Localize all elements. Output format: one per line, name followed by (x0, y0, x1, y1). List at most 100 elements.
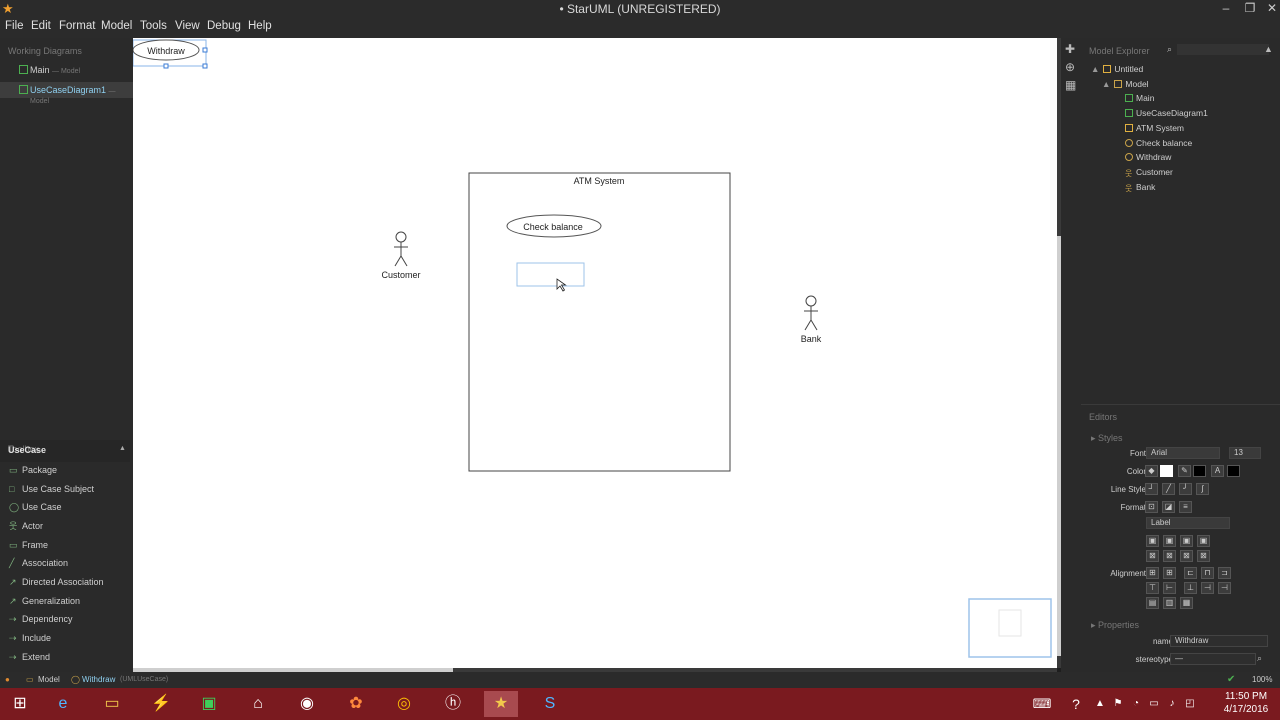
align-bottom-icon[interactable]: ⊥ (1184, 582, 1197, 594)
hp-icon[interactable]: ⓗ (436, 691, 470, 717)
line-rectilinear-icon[interactable]: ┘ (1145, 483, 1158, 495)
diagram-canvas[interactable]: Withdraw ATM System Check balance Custom… (133, 38, 1057, 668)
resize-handle[interactable] (163, 63, 169, 69)
line-oblique-icon[interactable]: ╱ (1162, 483, 1175, 495)
tool-generalization[interactable]: ↗ Generalization (0, 593, 130, 611)
tool-actor[interactable]: 웃 Actor (0, 518, 130, 536)
tool-extend[interactable]: ⇢ Extend (0, 649, 130, 667)
styles-section[interactable]: ▸ Styles (1091, 433, 1123, 444)
shadow-icon[interactable]: ◪ (1162, 501, 1175, 513)
line-color-icon[interactable]: ✎ (1178, 465, 1191, 477)
menu-format[interactable]: Format (59, 20, 95, 32)
line-curve-icon[interactable]: ∫ (1196, 483, 1209, 495)
windows-start-icon[interactable]: ⊞ (3, 691, 37, 717)
tree-main[interactable]: Main (1125, 93, 1154, 103)
battery-icon[interactable]: ▭ (1146, 691, 1162, 717)
tool-frame[interactable]: ▭ Frame (0, 537, 130, 555)
format-option-icon[interactable]: ⊠ (1146, 550, 1159, 562)
status-model[interactable]: Model (38, 675, 60, 684)
size-icon[interactable]: ▦ (1180, 597, 1193, 609)
line-rounded-icon[interactable]: ╯ (1179, 483, 1192, 495)
taskbar-clock[interactable]: 11:50 PM 4/17/2016 (1212, 690, 1280, 716)
help-icon[interactable]: ? (1062, 691, 1090, 717)
action-center-icon[interactable]: ⚑ (1110, 691, 1126, 717)
menu-view[interactable]: View (175, 20, 200, 32)
collapse-up-icon[interactable]: ▲ (119, 445, 126, 452)
actor-bank[interactable] (804, 295, 818, 331)
name-input[interactable]: Withdraw (1170, 635, 1268, 647)
layout-icon[interactable]: ▦ (1065, 78, 1076, 92)
language-icon[interactable]: ◰ (1182, 691, 1198, 717)
tree-model[interactable]: ▲ Model (1102, 79, 1149, 89)
resize-handle[interactable] (202, 63, 208, 69)
tree-bank[interactable]: 웃 Bank (1125, 182, 1155, 193)
fill-color-icon[interactable]: ◆ (1145, 465, 1158, 477)
font-color-icon[interactable]: A (1211, 465, 1224, 477)
chrome-icon[interactable]: ◎ (387, 691, 421, 717)
staruml-taskbar-icon[interactable]: ★ (484, 691, 518, 717)
menu-help[interactable]: Help (248, 20, 272, 32)
fill-color-swatch[interactable] (1160, 465, 1173, 477)
explorer-search-input[interactable] (1177, 44, 1269, 55)
keyboard-icon[interactable]: ⌨ (1028, 691, 1056, 717)
resize-handle[interactable] (202, 47, 208, 53)
align-right-icon[interactable]: ⊐ (1218, 567, 1231, 579)
search-icon[interactable]: ⌕ (1167, 44, 1172, 55)
subject-atm-system[interactable] (468, 172, 731, 472)
format-select[interactable]: Label (1146, 517, 1230, 529)
internet-explorer-icon[interactable]: e (46, 691, 80, 717)
size-icon[interactable]: ▥ (1163, 597, 1176, 609)
store-icon[interactable]: ▣ (192, 691, 226, 717)
status-selection[interactable]: Withdraw (82, 675, 115, 684)
search-icon[interactable]: ⌕ (1257, 653, 1262, 664)
properties-section[interactable]: ▸ Properties (1091, 620, 1139, 631)
align-top-icon[interactable]: ⊤ (1146, 582, 1159, 594)
tree-untitled[interactable]: ▲ Untitled (1091, 64, 1143, 74)
font-color-swatch[interactable] (1227, 465, 1240, 477)
menu-file[interactable]: File (5, 20, 24, 32)
format-option-icon[interactable]: ▣ (1146, 535, 1159, 547)
file-explorer-icon[interactable]: ▭ (95, 691, 129, 717)
snagit-icon[interactable]: S (533, 691, 567, 717)
panel-scroll-up-icon[interactable]: ▲ (1264, 44, 1273, 54)
tool-package[interactable]: ▭ Package (0, 462, 130, 480)
font-size-input[interactable]: 13 (1229, 447, 1261, 459)
navigate-icon[interactable]: ⊕ (1065, 60, 1075, 74)
size-icon[interactable]: ▤ (1146, 597, 1159, 609)
tool-use-case[interactable]: ◯ Use Case (0, 499, 130, 517)
app-icon[interactable]: ⚡ (144, 691, 178, 717)
puzzle-icon[interactable]: ✚ (1065, 42, 1075, 56)
format-option-icon[interactable]: ▣ (1180, 535, 1193, 547)
tree-customer[interactable]: 웃 Customer (1125, 167, 1173, 178)
tool-directed-association[interactable]: ↗ Directed Association (0, 574, 130, 592)
auto-resize-icon[interactable]: ⊡ (1145, 501, 1158, 513)
zoom-level[interactable]: 100% (1252, 675, 1272, 684)
tree-atm-system[interactable]: ATM System (1125, 123, 1184, 133)
font-select[interactable]: Arial (1146, 447, 1220, 459)
format-option-icon[interactable]: ⊠ (1197, 550, 1210, 562)
menu-debug[interactable]: Debug (207, 20, 241, 32)
tree-withdraw[interactable]: Withdraw (1125, 152, 1171, 162)
maximize-icon[interactable]: ❐ (1238, 1, 1262, 15)
menu-edit[interactable]: Edit (31, 20, 51, 32)
align-middle-icon[interactable]: ⊢ (1163, 582, 1176, 594)
align-left-icon[interactable]: ⊏ (1184, 567, 1197, 579)
close-icon[interactable]: ✕ (1260, 1, 1280, 15)
word-wrap-icon[interactable]: ≡ (1179, 501, 1192, 513)
media-player-icon[interactable]: ◉ (290, 691, 324, 717)
working-diagram-main[interactable]: Main — Model (0, 62, 133, 78)
stereotype-input[interactable]: — (1170, 653, 1256, 665)
format-option-icon[interactable]: ⊠ (1163, 550, 1176, 562)
format-option-icon[interactable]: ⊠ (1180, 550, 1193, 562)
align-icon[interactable]: ⊞ (1146, 567, 1159, 579)
format-option-icon[interactable]: ▣ (1163, 535, 1176, 547)
wifi-icon[interactable]: ◔ (1128, 691, 1144, 717)
tree-usecasediagram1[interactable]: UseCaseDiagram1 (1125, 108, 1208, 118)
tool-use-case-subject[interactable]: □ Use Case Subject (0, 481, 130, 499)
menu-model[interactable]: Model (101, 20, 132, 32)
align-center-icon[interactable]: ⊓ (1201, 567, 1214, 579)
line-color-swatch[interactable] (1193, 465, 1206, 477)
distribute-icon[interactable]: ⊣ (1201, 582, 1214, 594)
minimize-icon[interactable]: – (1214, 1, 1238, 15)
tool-association[interactable]: ╱ Association (0, 555, 130, 573)
